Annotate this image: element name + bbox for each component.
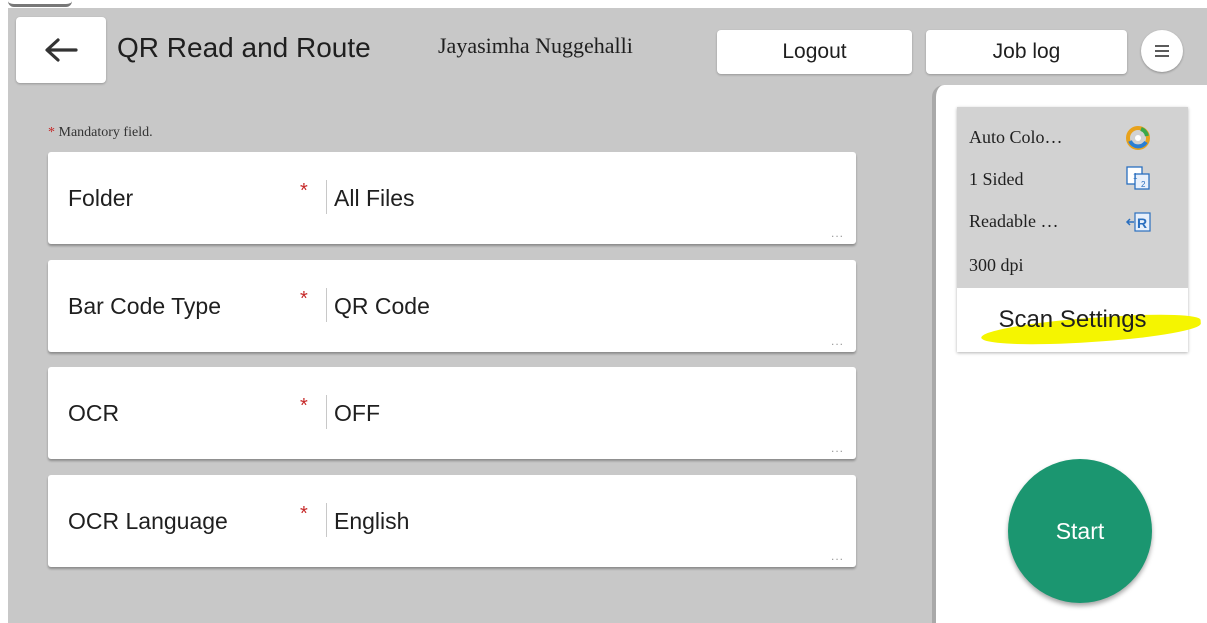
field-value: All Files [334,184,415,211]
folder-field[interactable]: Folder * All Files ... [48,152,856,244]
ocr-field[interactable]: OCR * OFF ... [48,367,856,459]
back-button[interactable] [16,17,106,83]
logout-button[interactable]: Logout [717,30,912,74]
field-divider [326,180,327,214]
more-icon: ... [830,226,844,240]
field-divider [326,288,327,322]
field-label: OCR [68,399,120,426]
partial-glyph [8,0,72,7]
field-label: OCR Language [68,507,228,534]
menu-button[interactable] [1141,30,1183,72]
field-label: Folder [68,184,134,211]
more-icon: ... [830,441,844,455]
more-icon: ... [830,334,844,348]
hamburger-menu-icon [1155,45,1169,57]
start-button[interactable]: Start [1008,459,1152,603]
arrow-left-icon [45,38,78,62]
user-name: Jayasimha Nuggehalli [438,33,633,58]
field-value: QR Code [334,292,430,319]
color-mode-icon [1126,126,1150,150]
field-label: Bar Code Type [68,292,222,319]
orientation-label: Readable … [969,211,1059,231]
svg-text:R: R [1137,215,1147,231]
field-value: English [334,507,410,534]
top-strip [0,0,1207,8]
mandatory-text: Mandatory field. [58,125,153,140]
field-divider [326,503,327,537]
scan-settings-label: Scan Settings [998,306,1147,333]
duplex-icon: 1 2 [1126,166,1150,190]
svg-text:2: 2 [1141,180,1146,189]
scan-settings-card: Auto Colo… 1 Sided 1 2 Readable … R 300 … [957,107,1202,352]
page-title: QR Read and Route [117,32,371,63]
required-star: * [300,395,308,417]
svg-text:1: 1 [1133,172,1138,181]
required-star: * [300,288,308,310]
mandatory-star: * [48,125,55,140]
required-star: * [300,180,308,202]
required-star: * [300,503,308,525]
sides-label: 1 Sided [969,169,1024,189]
more-icon: ... [830,549,844,563]
mandatory-note: * Mandatory field. [48,125,153,141]
color-mode-label: Auto Colo… [969,127,1063,147]
barcode-type-field[interactable]: Bar Code Type * QR Code ... [48,260,856,352]
ocr-language-field[interactable]: OCR Language * English ... [48,475,856,567]
job-log-button[interactable]: Job log [926,30,1127,74]
resolution-label: 300 dpi [969,255,1024,275]
scan-settings-button[interactable]: Scan Settings [957,288,1202,352]
settings-summary: Auto Colo… 1 Sided 1 2 Readable … R 300 … [957,107,1188,288]
orientation-icon: R [1125,212,1151,232]
field-divider [326,395,327,429]
field-value: OFF [334,399,380,426]
